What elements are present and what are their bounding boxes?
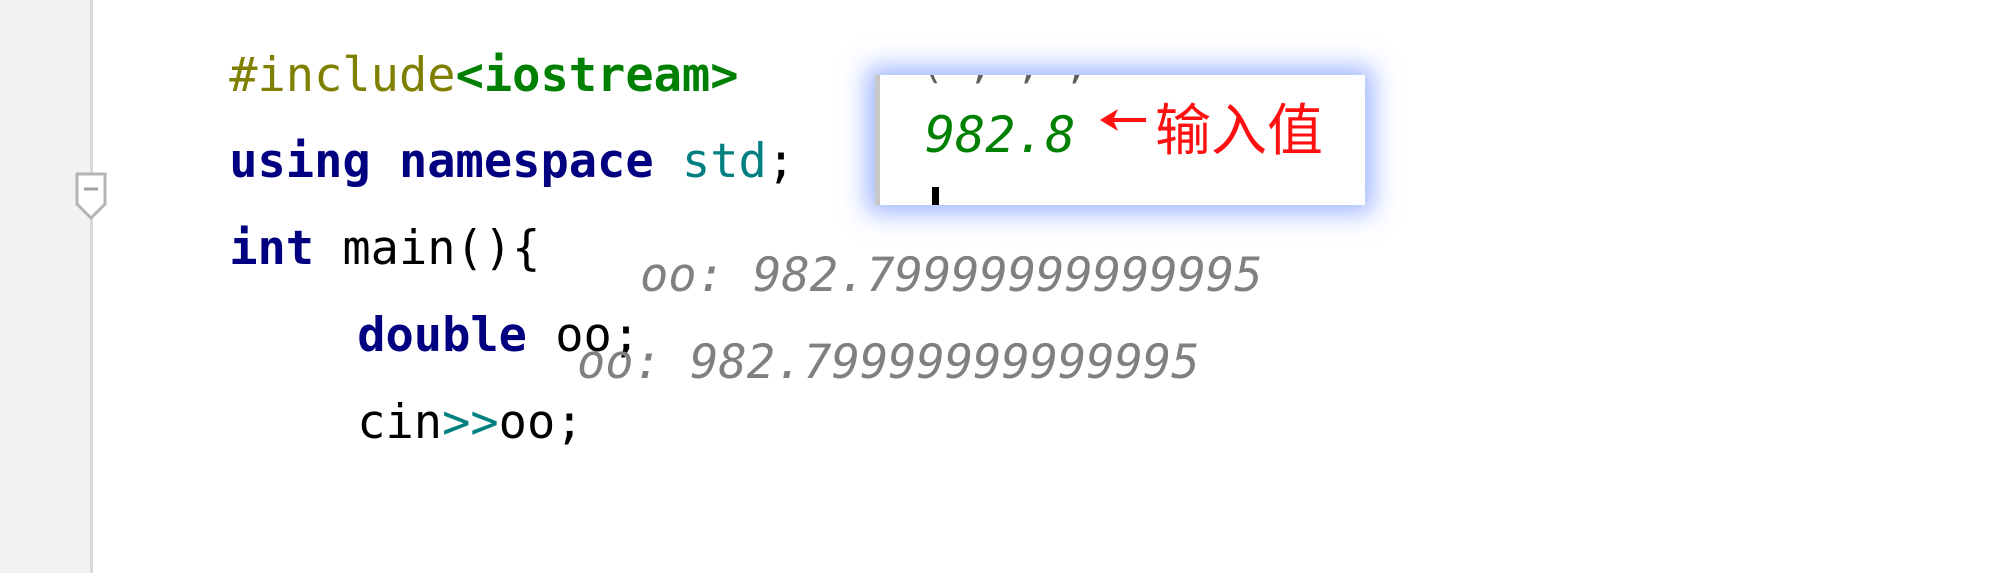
left-arrow-icon [1100, 109, 1146, 131]
cin-identifier: cin [357, 395, 443, 450]
inline-debug-hint-declare: oo: 982.79999999999995 [640, 248, 1263, 303]
semicolon: ; [766, 134, 796, 189]
fold-minus-icon[interactable] [75, 172, 107, 220]
input-value-annotation: 输入值 [1155, 99, 1323, 164]
code-line-declare[interactable]: double oo; [244, 246, 640, 363]
code-line-main[interactable]: int main(){ [116, 159, 540, 276]
gutter-divider [90, 0, 93, 573]
code-editor[interactable]: #include<iostream> using namespace std; … [0, 0, 2000, 573]
cin-rest: oo; [498, 395, 584, 450]
code-line-include[interactable]: #include<iostream> [116, 0, 738, 103]
console-previous-output: ( , , , [920, 75, 1089, 85]
editor-gutter[interactable] [0, 0, 90, 573]
code-line-cin[interactable]: cin>>oo; [244, 333, 583, 450]
console-input-value[interactable]: 982.8 [925, 105, 1076, 165]
code-line-using-namespace[interactable]: using namespace std; [116, 72, 795, 189]
console-input-popup[interactable]: ( , , , 982.8 输入值 [875, 75, 1365, 205]
namespace-std: std [681, 134, 767, 189]
inline-debug-hint-cin: oo: 982.79999999999995 [577, 335, 1200, 390]
extraction-operator: >> [442, 395, 499, 450]
text-caret [932, 187, 939, 205]
